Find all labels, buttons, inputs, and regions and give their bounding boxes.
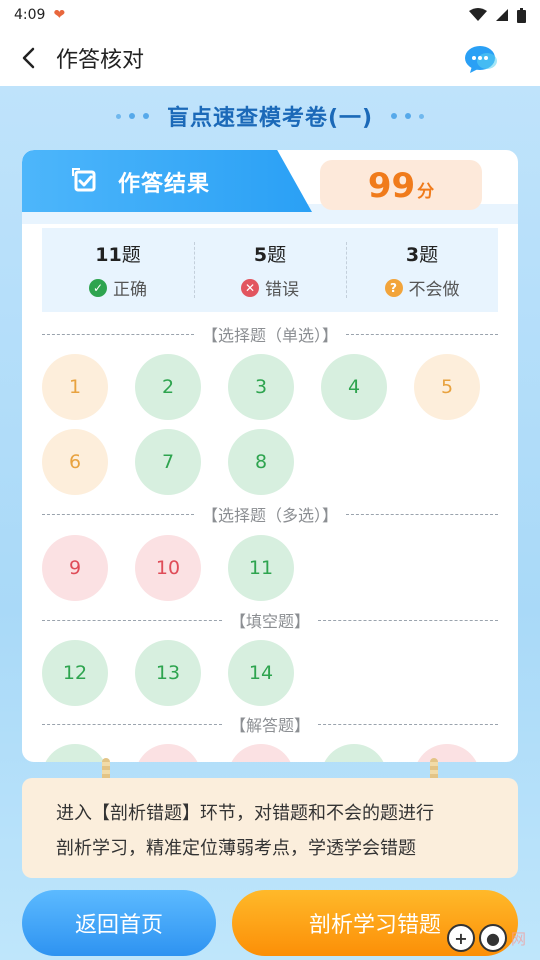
stat-unit: 题 [267, 244, 287, 266]
question-number: 4 [347, 376, 361, 398]
stat-unit: 题 [121, 244, 141, 266]
result-card: 作答结果 99 分 11题 ✓ 正确 5题 ✕ 错误 3题 ? 不会做 【选择题… [22, 150, 518, 762]
wifi-icon [469, 8, 487, 21]
decorative-dots-left [115, 113, 149, 119]
question-bubble[interactable]: 6 [42, 429, 108, 495]
back-arrow-icon [22, 47, 35, 69]
stat-label: 不会做 [408, 280, 460, 300]
section-title: 【解答题】 [230, 716, 311, 735]
plus-icon: + [446, 924, 475, 952]
question-bubble[interactable] [228, 744, 294, 762]
stat-wrong: 5题 ✕ 错误 [194, 228, 346, 312]
question-circle-icon: ? [384, 278, 403, 297]
status-time: 4:09 [14, 7, 46, 23]
dot-icon: ● [478, 924, 507, 952]
notification-icon: ❤ [53, 7, 66, 23]
chat-bubble-icon [465, 46, 497, 73]
section-title: 【选择题（多选）】 [202, 506, 339, 525]
question-bubble[interactable]: 1 [42, 354, 108, 420]
stat-unknown: 3题 ? 不会做 [346, 228, 498, 312]
question-number: 3 [254, 376, 268, 398]
question-number: 7 [161, 451, 175, 473]
battery-icon [517, 7, 526, 23]
question-number: 5 [440, 376, 454, 398]
question-number: 9 [68, 557, 82, 579]
hint-board: 进入【剖析错题】环节，对错题和不会的题进行 剖析学习，精准定位薄弱考点，学透学会… [22, 778, 518, 878]
question-bubble[interactable] [42, 744, 108, 762]
x-circle-icon: ✕ [241, 278, 259, 297]
question-number: 2 [161, 376, 175, 398]
score-unit: 分 [417, 182, 435, 202]
top-app-bar: 作答核对 [0, 30, 540, 86]
question-bubble[interactable]: 10 [135, 535, 201, 601]
question-number: 8 [254, 451, 268, 473]
section-title: 【填空题】 [230, 612, 311, 631]
question-number: 12 [62, 662, 88, 684]
decorative-dots-right [391, 113, 425, 119]
signal-icon [496, 9, 508, 21]
watermark-text: 网 [510, 929, 526, 948]
question-bubble[interactable]: 3 [228, 354, 294, 420]
section-free-response: 【解答题】 [42, 712, 499, 736]
question-bubble[interactable]: 11 [228, 535, 294, 601]
stat-label: 错误 [265, 280, 299, 300]
paper-title: 盲点速查模考卷(一) [166, 106, 374, 131]
check-circle-icon: ✓ [89, 278, 107, 297]
question-bubble[interactable]: 2 [135, 354, 201, 420]
question-number: 11 [248, 557, 274, 579]
question-bubble[interactable]: 7 [135, 429, 201, 495]
question-bubble[interactable]: 14 [228, 640, 294, 706]
section-single-choice: 【选择题（单选）】 [42, 322, 499, 346]
stat-count: 11 [95, 244, 122, 266]
section-title: 【选择题（单选）】 [202, 326, 339, 345]
question-number: 10 [155, 557, 181, 579]
stat-unit: 题 [419, 244, 439, 266]
score-value: 99 [367, 166, 416, 206]
stat-correct: 11题 ✓ 正确 [42, 228, 194, 312]
return-home-button[interactable]: 返回首页 [22, 890, 216, 956]
hint-line: 剖析学习，精准定位薄弱考点，学透学会错题 [56, 838, 416, 859]
checklist-icon [72, 168, 96, 192]
page-title: 作答核对 [56, 48, 145, 73]
question-bubble[interactable]: 12 [42, 640, 108, 706]
status-icons [469, 7, 526, 23]
result-label: 作答结果 [118, 172, 211, 197]
question-number: 13 [155, 662, 181, 684]
question-bubble[interactable]: 8 [228, 429, 294, 495]
stat-label: 正确 [113, 280, 147, 300]
question-bubble[interactable] [414, 744, 480, 762]
question-bubble[interactable] [135, 744, 201, 762]
paper-title-row: 盲点速查模考卷(一) [0, 96, 540, 136]
question-bubble[interactable]: 4 [321, 354, 387, 420]
score-box: 99 分 [320, 160, 482, 210]
stat-count: 5 [253, 244, 268, 266]
stats-panel: 11题 ✓ 正确 5题 ✕ 错误 3题 ? 不会做 [42, 228, 498, 312]
customer-service-button[interactable] [464, 44, 500, 74]
question-number: 6 [68, 451, 82, 473]
back-button[interactable] [0, 30, 56, 86]
stat-count: 3 [405, 244, 420, 266]
question-bubble[interactable]: 5 [414, 354, 480, 420]
question-number: 14 [248, 662, 274, 684]
watermark: + ● 网 [446, 924, 526, 952]
question-bubble[interactable]: 13 [135, 640, 201, 706]
section-fill-blank: 【填空题】 [42, 608, 499, 632]
question-number: 1 [68, 376, 82, 398]
status-bar: 4:09 ❤ [0, 0, 540, 30]
question-bubble[interactable] [321, 744, 387, 762]
question-bubble[interactable]: 9 [42, 535, 108, 601]
hint-line: 进入【剖析错题】环节，对错题和不会的题进行 [56, 803, 434, 824]
section-multiple-choice: 【选择题（多选）】 [42, 502, 499, 526]
